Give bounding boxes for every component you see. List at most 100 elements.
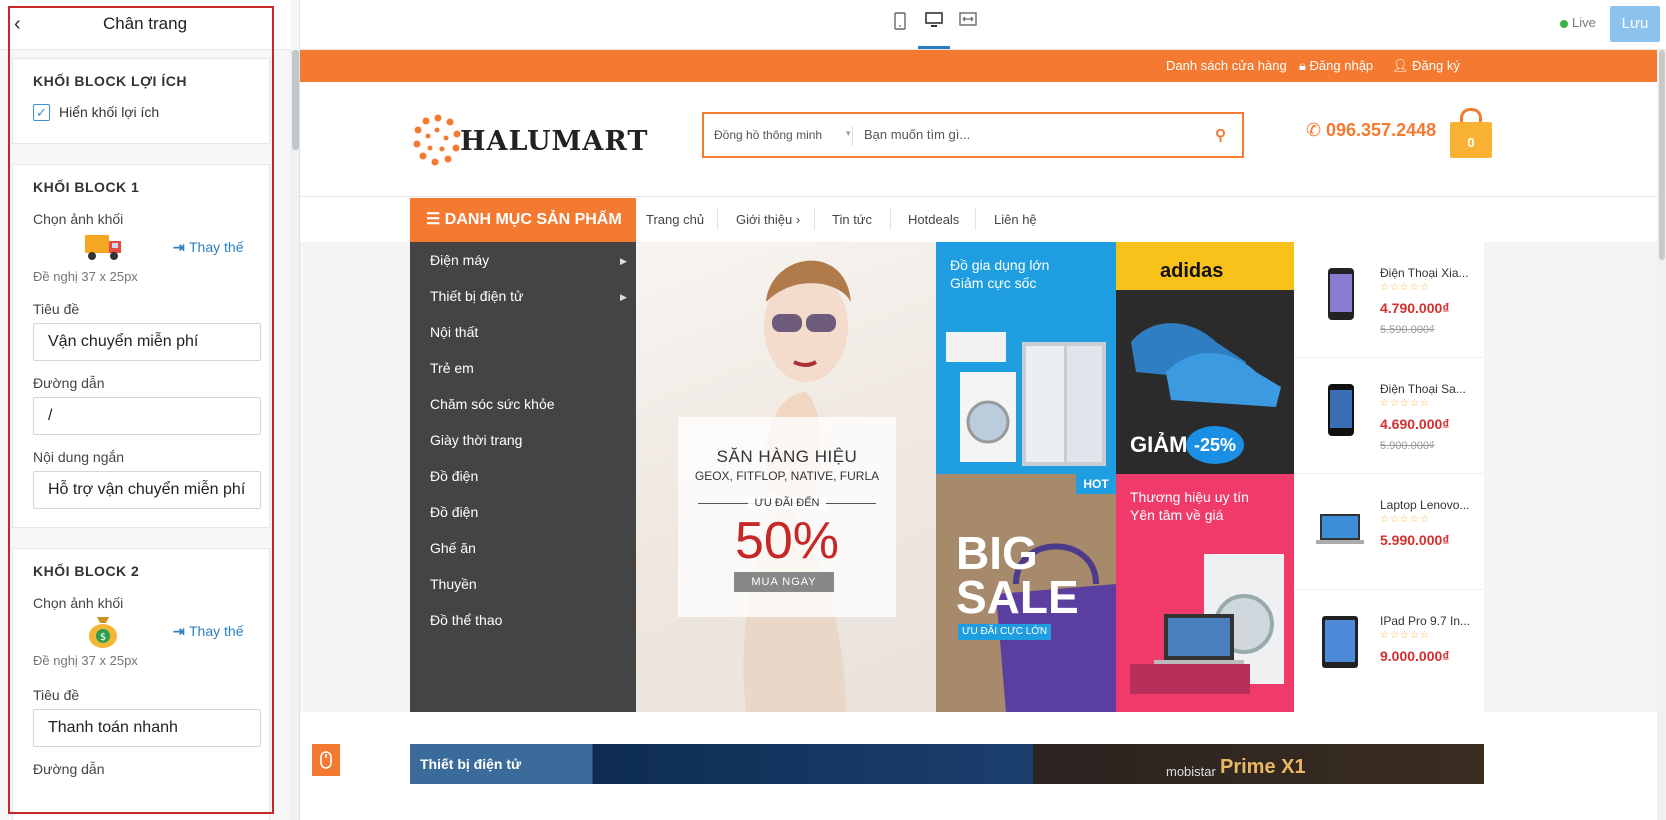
live-status-icon [1560, 20, 1568, 28]
cart-button[interactable]: 0 [1450, 122, 1492, 158]
block1-card: KHỐI BLOCK 1 Chọn ảnh khối ⇥ Thay thế Đề … [12, 164, 270, 528]
category-item[interactable]: Ghế ăn [430, 540, 476, 556]
category-item[interactable]: Chăm sóc sức khỏe [430, 396, 555, 412]
block1-hint: Đề nghị 37 x 25px [33, 269, 138, 284]
hot-badge: HOT [1076, 474, 1116, 494]
category-list: Điện máy ▶ Thiết bị điện tử ▶ Nội thất T… [410, 242, 636, 712]
show-benefit-checkbox[interactable]: ✓ [33, 104, 50, 121]
product-price: 5.990.000₫ [1380, 532, 1450, 548]
section-banner[interactable]: Thiết bị điện tử mobistar Prime X1 [410, 744, 1484, 784]
site-top-strip: Danh sách cửa hàng 🔒︎ Đăng nhập 👤︎ Đăng … [300, 50, 1657, 82]
category-menu-button[interactable]: ☰ DANH MỤC SẢN PHẨM [410, 198, 636, 242]
hero-percent: 50% [734, 512, 840, 570]
product-price: 4.790.000₫ [1380, 300, 1450, 316]
preview-scrollbar-thumb[interactable] [1659, 50, 1665, 260]
category-item[interactable]: Điện máy [430, 252, 489, 268]
desktop-view-icon[interactable] [922, 12, 946, 36]
phone-product-image [1328, 268, 1354, 320]
hero-cta-button[interactable]: MUA NGAY [734, 572, 834, 592]
header-divider [300, 196, 1657, 197]
app-root: ‹ Chân trang KHỐI BLOCK LỢI ÍCH ✓ Hiển k… [0, 0, 1666, 820]
search-icon[interactable]: ⚲ [1215, 126, 1226, 144]
login-link[interactable]: 🔒︎ Đăng nhập [1299, 58, 1373, 74]
panel-scrollbar-thumb[interactable] [292, 50, 299, 150]
editor-topbar [300, 0, 1666, 50]
category-item[interactable]: Giày thời trang [430, 432, 522, 448]
save-button[interactable]: Lưu [1610, 6, 1660, 42]
hero-brands: GEOX, FITFLOP, NATIVE, FURLA [694, 469, 880, 483]
bigsale-text-big: BIG [956, 527, 1038, 579]
block2-title-input[interactable]: Thanh toán nhanh [33, 709, 261, 747]
category-item[interactable]: Nội thất [430, 324, 478, 340]
block1-title-label: Tiêu đề [33, 301, 80, 317]
hero-banner[interactable]: SĂN HÀNG HIỆU GEOX, FITFLOP, NATIVE, FUR… [636, 242, 936, 712]
category-item[interactable]: Thuyền [430, 576, 477, 592]
nav-hotdeals[interactable]: Hotdeals [908, 212, 959, 227]
chevron-right-icon: ▶ [620, 256, 627, 266]
rating-stars: ☆☆☆☆☆ [1380, 514, 1430, 525]
promo-tile-bigsale[interactable]: HOT BIG SALE ƯU ĐÃI CỰC LỚN [936, 474, 1116, 712]
category-item[interactable]: Đồ thể thao [430, 612, 502, 628]
panel-header: ‹ Chân trang [0, 0, 290, 50]
block1-heading: KHỐI BLOCK 1 [33, 179, 140, 195]
bigsale-text-sale: SALE [956, 571, 1079, 623]
replace-icon: ⇥ [173, 623, 185, 639]
block2-heading: KHỐI BLOCK 2 [33, 563, 140, 579]
electronics-image [1130, 554, 1284, 694]
product-sidebar: Điện Thoại Xia... ☆☆☆☆☆ 4.790.000₫ 5.590… [1294, 242, 1484, 712]
product-item[interactable]: Điện Thoại Xia... ☆☆☆☆☆ 4.790.000₫ 5.590… [1294, 242, 1484, 358]
phone-product-image [1328, 384, 1354, 436]
promo-tile-appliances[interactable]: Đồ gia dụng lớn Giảm cực sốc [936, 242, 1116, 474]
nav-divider [890, 208, 891, 230]
category-item[interactable]: Đồ điện [430, 504, 478, 520]
chevron-right-icon: › [795, 212, 801, 227]
mobile-view-icon[interactable] [888, 12, 912, 36]
back-icon[interactable]: ‹ [14, 12, 34, 36]
replace-icon: ⇥ [173, 239, 185, 255]
fullwidth-view-icon[interactable] [956, 12, 980, 36]
appliance-image [946, 332, 1106, 466]
nav-about[interactable]: Giới thiệu › [736, 212, 800, 227]
register-link[interactable]: 👤︎ Đăng ký [1392, 58, 1460, 74]
block2-link-label: Đường dẫn [33, 761, 105, 777]
tile-sale-text: GIẢM [1130, 432, 1188, 457]
sneaker-image [1131, 323, 1281, 407]
search-category-select[interactable]: Đồng hồ thông minh [714, 128, 822, 142]
product-old-price: 5.900.000₫ [1380, 440, 1435, 452]
category-item[interactable]: Thiết bị điện tử [430, 288, 523, 304]
nav-home[interactable]: Trang chủ [646, 212, 704, 227]
block1-replace-button[interactable]: ⇥ Thay thế [173, 239, 243, 256]
nav-news[interactable]: Tin tức [832, 212, 872, 227]
product-item[interactable]: Điện Thoại Sa... ☆☆☆☆☆ 4.690.000₫ 5.900.… [1294, 358, 1484, 474]
product-item[interactable]: Laptop Lenovo... ☆☆☆☆☆ 5.990.000₫ [1294, 474, 1484, 590]
category-item[interactable]: Trẻ em [430, 360, 474, 376]
active-view-indicator [918, 46, 950, 49]
site-logo-text: HALUMART [460, 126, 649, 157]
nav-divider [814, 208, 815, 230]
block1-link-input[interactable]: / [33, 397, 261, 435]
panel-scrollbar-track[interactable] [290, 50, 299, 820]
block2-card: KHỐI BLOCK 2 Chọn ảnh khối $ ⇥ Thay thế Đ… [12, 548, 270, 820]
hero-offer: ƯU ĐÃI ĐẾN [678, 497, 896, 509]
store-list-link[interactable]: Danh sách cửa hàng [1166, 58, 1287, 73]
phone-icon: ✆ [1306, 120, 1322, 140]
nav-divider [975, 208, 976, 230]
search-input[interactable]: Bạn muốn tìm gì... [864, 127, 970, 142]
rating-stars: ☆☆☆☆☆ [1380, 398, 1430, 409]
block1-title-input[interactable]: Vận chuyển miễn phí [33, 323, 261, 361]
promo-tile-adidas[interactable]: adidas GIẢM -25% [1116, 242, 1294, 474]
hero-title: SĂN HÀNG HIỆU [716, 447, 858, 466]
promo-tile-brand[interactable]: Thương hiệu uy tín Yên tâm về giá [1116, 474, 1294, 712]
block1-short-input[interactable]: Hỗ trợ vận chuyển miễn phí [33, 471, 261, 509]
product-item[interactable]: IPad Pro 9.7 In... ☆☆☆☆☆ 9.000.000₫ [1294, 590, 1484, 706]
truck-icon[interactable] [83, 229, 123, 265]
nav-contact[interactable]: Liên hệ [994, 212, 1037, 227]
money-bag-icon[interactable]: $ [83, 613, 123, 649]
settings-panel: ‹ Chân trang KHỐI BLOCK LỢI ÍCH ✓ Hiển k… [0, 0, 300, 820]
block2-hint: Đề nghị 37 x 25px [33, 653, 138, 668]
block2-replace-button[interactable]: ⇥ Thay thế [173, 623, 243, 640]
hotline[interactable]: 096.357.2448 [1326, 120, 1436, 141]
hero-promo-box: SĂN HÀNG HIỆU GEOX, FITFLOP, NATIVE, FUR… [678, 417, 896, 617]
show-benefit-label: Hiển khối lợi ích [59, 104, 160, 120]
category-item[interactable]: Đồ điện [430, 468, 478, 484]
